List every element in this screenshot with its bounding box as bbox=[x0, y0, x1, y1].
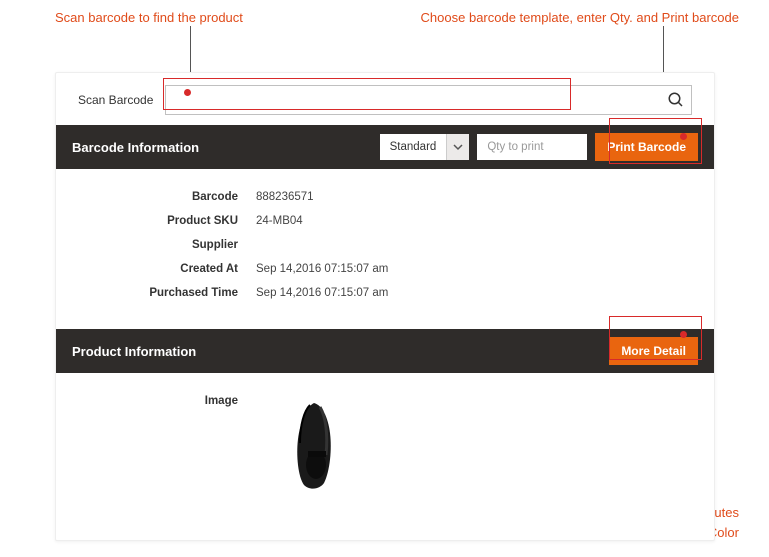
more-detail-button[interactable]: More Detail bbox=[609, 337, 698, 365]
row-label: Product SKU bbox=[56, 215, 256, 227]
product-info-title: Product Information bbox=[72, 344, 196, 359]
search-icon[interactable] bbox=[667, 91, 685, 109]
product-info-table: Image bbox=[56, 373, 714, 512]
row-value: 24-MB04 bbox=[256, 215, 303, 227]
template-selected: Standard bbox=[380, 134, 448, 160]
barcode-info-title: Barcode Information bbox=[72, 140, 199, 155]
row-label: Image bbox=[56, 395, 256, 407]
main-card: Scan Barcode Barcode Information Standar… bbox=[55, 72, 715, 541]
table-row: Created At Sep 14,2016 07:15:07 am bbox=[56, 257, 714, 281]
table-row: Purchased Time Sep 14,2016 07:15:07 am bbox=[56, 281, 714, 305]
row-value: 888236571 bbox=[256, 191, 314, 203]
row-label: Supplier bbox=[56, 239, 256, 251]
barcode-info-header: Barcode Information Standard Print Barco… bbox=[56, 125, 714, 169]
template-select[interactable]: Standard bbox=[380, 134, 470, 160]
pointer-line bbox=[190, 26, 191, 78]
product-image bbox=[274, 395, 354, 495]
scan-input-wrap bbox=[165, 85, 692, 115]
table-row: Image bbox=[56, 389, 714, 504]
table-row: Barcode 888236571 bbox=[56, 185, 714, 209]
chevron-down-icon[interactable] bbox=[447, 134, 469, 160]
annotation-scan: Scan barcode to find the product bbox=[55, 10, 243, 25]
qty-input[interactable] bbox=[477, 134, 587, 160]
scan-input[interactable] bbox=[172, 86, 667, 114]
table-row: Product SKU 24-MB04 bbox=[56, 209, 714, 233]
row-label: Purchased Time bbox=[56, 287, 256, 299]
scan-row: Scan Barcode bbox=[56, 73, 714, 125]
product-info-header: Product Information More Detail bbox=[56, 329, 714, 373]
print-barcode-button[interactable]: Print Barcode bbox=[595, 133, 698, 161]
row-label: Barcode bbox=[56, 191, 256, 203]
row-value bbox=[256, 395, 354, 498]
annotation-template: Choose barcode template, enter Qty. and … bbox=[421, 10, 739, 25]
barcode-info-table: Barcode 888236571 Product SKU 24-MB04 Su… bbox=[56, 169, 714, 313]
row-value: Sep 14,2016 07:15:07 am bbox=[256, 287, 388, 299]
row-value: Sep 14,2016 07:15:07 am bbox=[256, 263, 388, 275]
barcode-controls: Standard Print Barcode bbox=[380, 133, 698, 161]
scan-label: Scan Barcode bbox=[78, 93, 153, 107]
table-row: Supplier bbox=[56, 233, 714, 257]
row-label: Created At bbox=[56, 263, 256, 275]
